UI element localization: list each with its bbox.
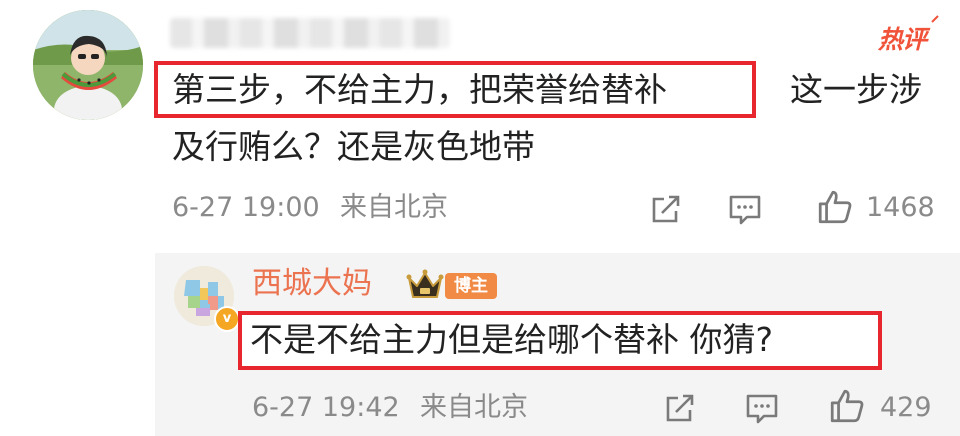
share-icon[interactable] [662,390,698,426]
comment-icon[interactable] [727,191,763,227]
like-count: 1468 [866,192,935,223]
reply-text: 不是不给主力但是给哪个替补 你猜? [250,320,774,359]
reply-location: 来自北京 [420,392,528,423]
like-icon[interactable] [816,188,854,226]
crown-icon [406,269,444,298]
commenter-avatar[interactable] [33,10,143,120]
verified-icon: v [214,306,240,332]
comment-text-line2: 及行贿么？还是灰色地带 [172,127,535,166]
reply-like-count: 429 [880,392,932,423]
username-blurred [170,18,450,48]
hot-label: 热评 [878,25,927,54]
comment-timestamp: 6-27 19:00 [172,192,320,223]
comment-icon[interactable] [744,390,780,426]
reply-timestamp: 6-27 19:42 [252,392,400,423]
avatar-illustration [33,10,143,120]
reply-username[interactable]: 西城大妈 [252,266,372,302]
like-icon[interactable] [828,387,866,425]
comment-location: 来自北京 [340,192,448,223]
blogger-badge: 博主 [445,273,497,299]
highlight-box [154,61,756,118]
comment-text-continued: 这一步涉 [790,70,922,109]
share-icon[interactable] [648,191,684,227]
hot-comment-badge: 热评 [878,15,939,56]
spark-icon [931,15,939,23]
